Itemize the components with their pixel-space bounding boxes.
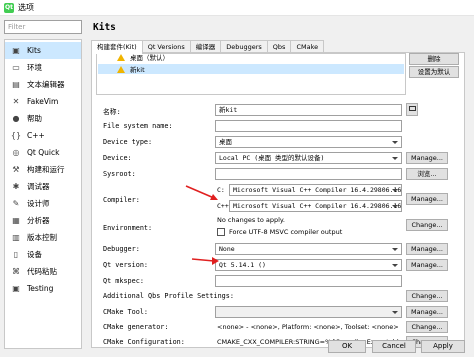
device-type-select[interactable]: 桌面 xyxy=(215,136,402,148)
cmake-tool-select[interactable] xyxy=(215,306,402,318)
annotation-arrow-qt-version xyxy=(191,257,219,265)
help-icon: ● xyxy=(12,114,20,123)
environment-change-button[interactable]: Change... xyxy=(406,219,448,231)
qt-quick-icon: ◎ xyxy=(12,148,20,157)
chevron-down-icon xyxy=(392,189,398,192)
warning-icon xyxy=(117,65,125,73)
qt-version-select[interactable]: Qt 5.14.1 () xyxy=(215,259,402,271)
force-utf8-label: Force UTF-8 MSVC compiler output xyxy=(229,228,343,236)
version-control-icon: ▥ xyxy=(12,233,20,242)
chevron-down-icon xyxy=(392,205,398,208)
make-default-button[interactable]: 设置为默认 xyxy=(409,66,459,78)
filesystem-field[interactable] xyxy=(215,120,402,132)
environment-icon: ▭ xyxy=(12,63,20,72)
apply-button[interactable]: Apply xyxy=(421,340,465,353)
designer-icon: ✎ xyxy=(12,199,20,208)
chevron-down-icon xyxy=(392,311,398,314)
environment-label: Environment: xyxy=(103,224,153,232)
text-editor-icon: ▤ xyxy=(12,80,20,89)
kit-icon-button[interactable] xyxy=(406,103,418,116)
tab-kits[interactable]: 构建套件(Kit) xyxy=(91,40,143,54)
window-title: 选项 xyxy=(18,3,34,12)
environment-note: No changes to apply. xyxy=(217,216,285,224)
kit-list-item-selected[interactable]: 新kit xyxy=(98,64,404,74)
qbs-change-button[interactable]: Change... xyxy=(406,290,448,302)
cmake-tool-label: CMake Tool: xyxy=(103,308,149,316)
cancel-button[interactable]: Cancel xyxy=(372,340,416,353)
nav-item-code-paste[interactable]: ⌘ 代码粘贴 xyxy=(5,263,81,280)
device-type-label: Device type: xyxy=(103,138,153,146)
testing-icon: ▣ xyxy=(12,284,20,293)
device-select[interactable]: Local PC (桌面 类型的默认设备) xyxy=(215,152,402,164)
device-manage-button[interactable]: Manage... xyxy=(406,152,448,164)
chevron-down-icon xyxy=(392,248,398,251)
qbs-label: Additional Qbs Profile Settings: xyxy=(103,292,234,300)
filesystem-label: File system name: xyxy=(103,122,173,130)
devices-icon: ▯ xyxy=(13,250,19,259)
force-utf8-checkbox[interactable] xyxy=(217,228,225,236)
sysroot-browse-button[interactable]: 浏览... xyxy=(406,168,448,180)
analyzer-icon: ▦ xyxy=(12,216,20,225)
qt-version-label: Qt version: xyxy=(103,261,149,269)
cmake-tool-manage-button[interactable]: Manage... xyxy=(406,306,448,318)
debugger-icon: ✱ xyxy=(12,182,20,191)
compiler-cpp-select[interactable]: Microsoft Visual C++ Compiler 16.4.29806… xyxy=(229,200,402,212)
build-run-icon: ⚒ xyxy=(12,165,20,174)
left-pane: Filter ▣ Kits ▭ 环境 ▤ 文本编辑器 ✕ FakeVim ● 帮助 {} C… xyxy=(4,20,82,352)
debugger-label: Debugger: xyxy=(103,245,140,253)
chevron-down-icon xyxy=(392,141,398,144)
nav-item-environment[interactable]: ▭ 环境 xyxy=(5,59,81,76)
nav-item-build-run[interactable]: ⚒ 构建和运行 xyxy=(5,161,81,178)
nav-item-kits[interactable]: ▣ Kits xyxy=(5,42,81,59)
sysroot-field[interactable] xyxy=(215,168,402,180)
qt-creator-icon: Qt xyxy=(4,2,14,13)
qt-version-manage-button[interactable]: Manage... xyxy=(406,259,448,271)
fakevim-icon: ✕ xyxy=(12,97,20,106)
nav-item-debugger[interactable]: ✱ 调试器 xyxy=(5,178,81,195)
nav-item-fakevim[interactable]: ✕ FakeVim xyxy=(5,93,81,110)
nav-item-testing[interactable]: ▣ Testing xyxy=(5,280,81,297)
nav-item-analyzer[interactable]: ▦ 分析器 xyxy=(5,212,81,229)
chevron-down-icon xyxy=(392,264,398,267)
kit-list-item[interactable]: 桌面（默认） xyxy=(117,54,169,62)
name-label: 名称: xyxy=(103,108,121,116)
compiler-manage-button[interactable]: Manage... xyxy=(406,193,448,205)
nav-item-designer[interactable]: ✎ 设计师 xyxy=(5,195,81,212)
nav-item-qt-quick[interactable]: ◎ Qt Quick xyxy=(5,144,81,161)
kits-panel: 桌面（默认） 新kit 删除 设置为默认 名称: 新kit File syste… xyxy=(91,52,465,348)
nav-item-devices[interactable]: ▯ 设备 xyxy=(5,246,81,263)
remove-kit-button[interactable]: 删除 xyxy=(409,53,459,65)
filter-input[interactable]: Filter xyxy=(4,20,82,34)
nav-item-help[interactable]: ● 帮助 xyxy=(5,110,81,127)
debugger-manage-button[interactable]: Manage... xyxy=(406,243,448,255)
right-pane: Kits 构建套件(Kit) Qt Versions 编译器 Debuggers… xyxy=(87,20,470,352)
title-bar: Qt 选项 xyxy=(0,0,474,16)
warning-icon xyxy=(117,54,125,61)
nav-item-version-control[interactable]: ▥ 版本控制 xyxy=(5,229,81,246)
qt-mkspec-label: Qt mkspec: xyxy=(103,277,144,285)
device-label: Device: xyxy=(103,154,132,162)
sysroot-label: Sysroot: xyxy=(103,170,136,178)
name-field[interactable]: 新kit xyxy=(215,104,402,116)
compiler-c-select[interactable]: Microsoft Visual C++ Compiler 16.4.29806… xyxy=(229,184,402,196)
ok-button[interactable]: OK xyxy=(328,340,366,353)
code-paste-icon: ⌘ xyxy=(12,267,20,276)
cpp-icon: {} xyxy=(10,131,22,140)
monitor-icon xyxy=(408,106,416,111)
page-title: Kits xyxy=(93,22,116,33)
cmake-generator-label: CMake generator: xyxy=(103,323,169,331)
qt-mkspec-field[interactable] xyxy=(215,275,402,287)
cmake-generator-change-button[interactable]: Change... xyxy=(406,321,448,333)
annotation-arrow-compiler xyxy=(185,185,218,200)
debugger-select[interactable]: None xyxy=(215,243,402,255)
dialog-button-bar: OK Cancel Apply xyxy=(0,337,474,357)
kit-list[interactable]: 桌面（默认） 新kit xyxy=(96,53,406,95)
compiler-label: Compiler: xyxy=(103,196,140,204)
chevron-down-icon xyxy=(392,157,398,160)
kits-icon: ▣ xyxy=(12,46,20,55)
cmake-generator-value: <none> - <none>, Platform: <none>, Tools… xyxy=(217,323,399,331)
nav-item-cpp[interactable]: {} C++ xyxy=(5,127,81,144)
category-list: ▣ Kits ▭ 环境 ▤ 文本编辑器 ✕ FakeVim ● 帮助 {} C++ ◎ Qt … xyxy=(4,39,82,349)
nav-item-text-editor[interactable]: ▤ 文本编辑器 xyxy=(5,76,81,93)
